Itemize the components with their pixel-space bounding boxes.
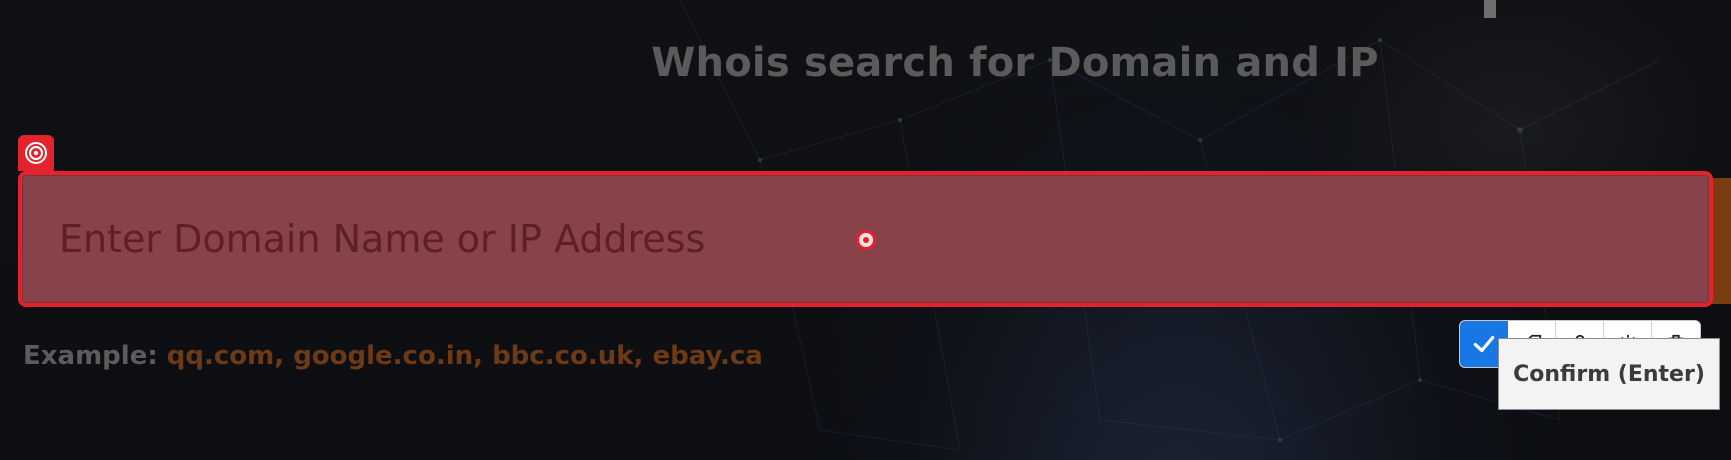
example-label: Example:: [23, 341, 158, 371]
checkmark-icon: [1473, 335, 1495, 353]
confirm-tooltip: Confirm (Enter): [1498, 338, 1720, 410]
example-text: Example: qq.com, google.co.in, bbc.co.uk…: [23, 341, 763, 371]
target-icon: [18, 135, 54, 171]
scrollbar-thumb[interactable]: [1484, 0, 1496, 18]
example-values: qq.com, google.co.in, bbc.co.uk, ebay.ca: [166, 341, 763, 371]
click-target-marker: [856, 230, 876, 250]
page-title: Whois search for Domain and IP: [651, 40, 1379, 86]
